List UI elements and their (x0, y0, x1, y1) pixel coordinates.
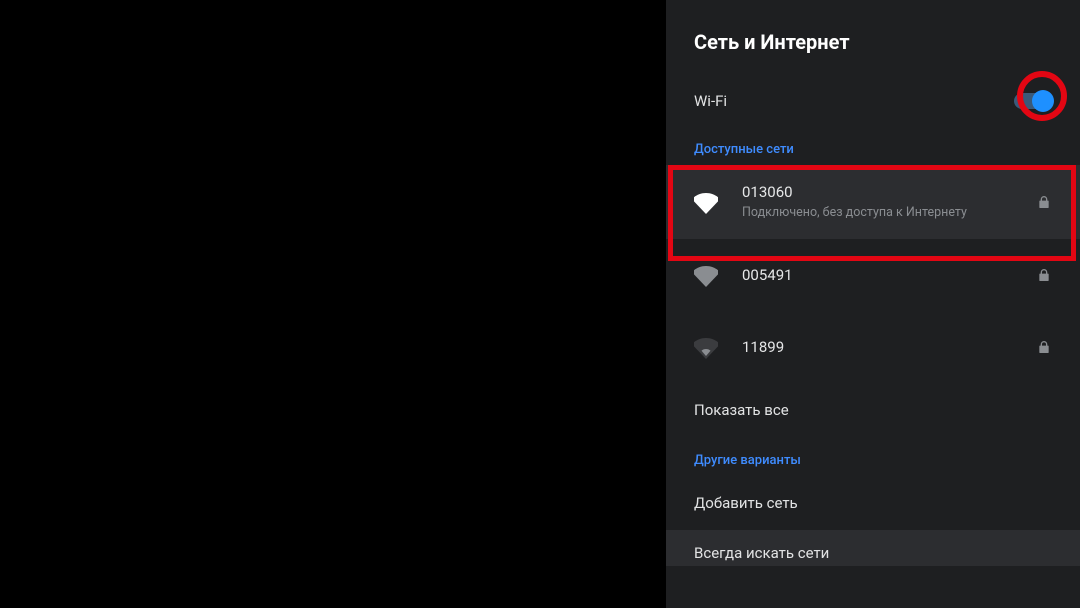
available-networks-label: Доступные сети (666, 126, 1080, 165)
network-name: 11899 (742, 338, 1012, 356)
wifi-signal-icon (694, 335, 718, 359)
network-item[interactable]: 005491 (666, 239, 1080, 311)
network-item[interactable]: 11899 (666, 311, 1080, 383)
wifi-label: Wi-Fi (694, 92, 1014, 110)
network-name: 013060 (742, 183, 1012, 201)
wifi-signal-icon (694, 263, 718, 287)
wifi-toggle[interactable] (1014, 93, 1052, 109)
settings-panel: Сеть и Интернет Wi-Fi Доступные сети (666, 0, 1080, 608)
network-name: 005491 (742, 266, 1012, 284)
lock-icon (1036, 266, 1052, 284)
add-network-button[interactable]: Добавить сеть (666, 476, 1080, 530)
panel-title: Сеть и Интернет (666, 0, 1080, 76)
wifi-toggle-knob (1032, 90, 1054, 112)
wifi-toggle-row[interactable]: Wi-Fi (666, 76, 1080, 126)
lock-icon (1036, 338, 1052, 356)
network-list: 013060 Подключено, без доступа к Интерне… (666, 165, 1080, 383)
network-item[interactable]: 013060 Подключено, без доступа к Интерне… (666, 165, 1080, 239)
other-options-label: Другие варианты (666, 437, 1080, 476)
empty-left-pane (0, 0, 666, 608)
always-search-row[interactable]: Всегда искать сети (666, 530, 1080, 566)
show-all-button[interactable]: Показать все (666, 383, 1080, 437)
lock-icon (1036, 193, 1052, 211)
network-status: Подключено, без доступа к Интернету (742, 205, 972, 221)
wifi-signal-icon (694, 190, 718, 214)
